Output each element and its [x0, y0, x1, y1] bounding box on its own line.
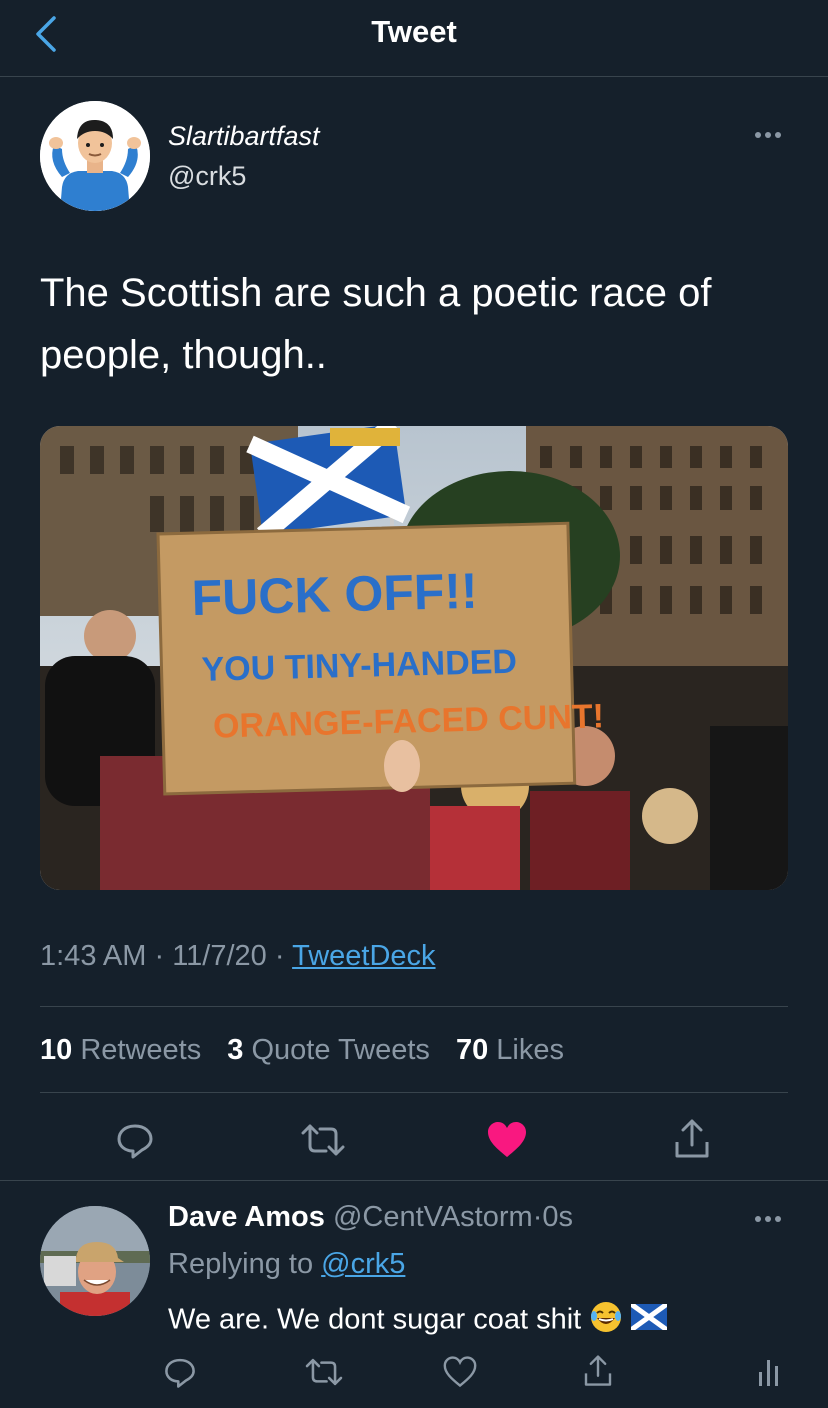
reply-reply-icon[interactable] [163, 1355, 197, 1394]
replying-to-label: Replying to [168, 1248, 314, 1280]
reply-more-options-icon[interactable] [748, 1204, 788, 1234]
meta-separator: · [154, 940, 165, 972]
divider [40, 1092, 788, 1093]
more-options-icon[interactable] [748, 120, 788, 150]
laughing-tears-emoji-icon [589, 1300, 623, 1342]
reply-time: 0s [542, 1201, 573, 1233]
sign-line-1: FUCK OFF!! [191, 563, 478, 626]
replying-to-handle[interactable]: @crk5 [321, 1248, 405, 1280]
meta-separator: · [274, 940, 285, 972]
tweet-text: The Scottish are such a poetic race of p… [40, 271, 712, 377]
author-avatar[interactable] [40, 101, 150, 211]
author-handle[interactable]: @crk5 [168, 161, 246, 192]
reply-author-handle[interactable]: @CentVAstorm [333, 1201, 533, 1233]
author-display-name[interactable]: Slartibartfast [168, 121, 320, 152]
reply-share-icon[interactable] [582, 1354, 614, 1393]
retweet-icon[interactable] [300, 1120, 346, 1165]
top-bar: Tweet [0, 0, 828, 77]
reply-text-row: We are. We dont sugar coat shit [168, 1300, 669, 1342]
reply-author-avatar[interactable] [40, 1206, 150, 1316]
reply-icon[interactable] [115, 1120, 155, 1165]
scotland-flag-emoji-icon [629, 1301, 669, 1338]
quote-tweets-stat[interactable]: 3 Quote Tweets [227, 1034, 430, 1066]
page-title: Tweet [371, 14, 457, 49]
share-icon[interactable] [672, 1118, 712, 1165]
reply-header: Dave Amos @CentVAstorm·0s [168, 1201, 573, 1234]
divider [40, 1006, 788, 1007]
tweet-time: 1:43 AM [40, 940, 147, 972]
tweet-meta: 1:43 AM · 11/7/20 · TweetDeck [40, 940, 436, 973]
reply-like-heart-icon[interactable] [443, 1356, 477, 1393]
tweet-source-link[interactable]: TweetDeck [292, 940, 435, 972]
reply-text: We are. We dont sugar coat shit [168, 1303, 582, 1336]
tweet-stats: 10 Retweets 3 Quote Tweets 70 Likes [40, 1034, 582, 1067]
likes-stat[interactable]: 70 Likes [456, 1034, 564, 1066]
replying-to: Replying to @crk5 [168, 1248, 405, 1281]
tweet-photo[interactable]: FUCK OFF!! YOU TINY-HANDED ORANGE-FACED … [40, 426, 788, 890]
reply-author-name[interactable]: Dave Amos [168, 1201, 325, 1233]
tweet-date: 11/7/20 [172, 940, 267, 972]
divider [0, 1180, 828, 1181]
like-heart-icon[interactable] [486, 1120, 528, 1165]
reply-retweet-icon[interactable] [304, 1355, 344, 1394]
retweets-stat[interactable]: 10 Retweets [40, 1034, 201, 1066]
analytics-icon[interactable] [756, 1356, 782, 1393]
reply-separator: · [532, 1201, 543, 1233]
